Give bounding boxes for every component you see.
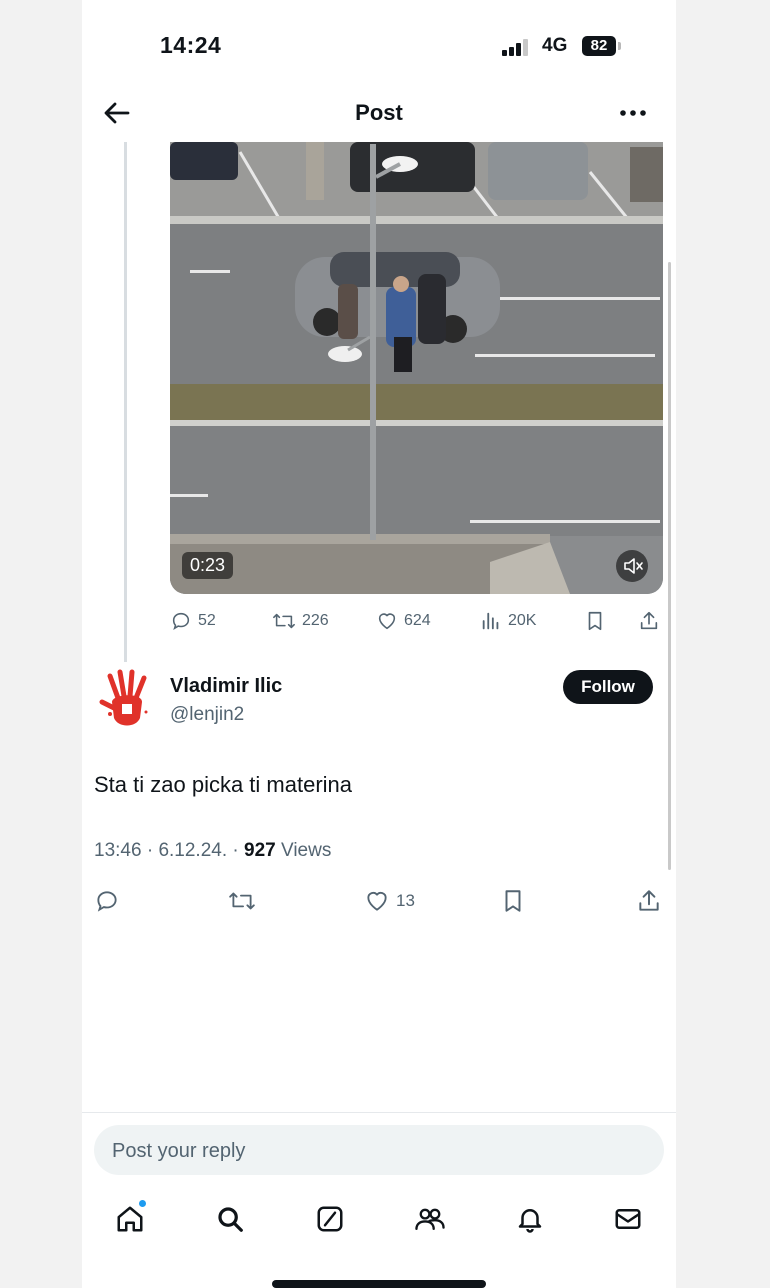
nav-grok[interactable] bbox=[310, 1196, 350, 1242]
network-type: 4G bbox=[542, 35, 568, 56]
status-time: 14:24 bbox=[160, 32, 222, 58]
post-actions: 13 bbox=[82, 884, 676, 918]
avatar[interactable] bbox=[98, 668, 154, 730]
video-duration: 0:23 bbox=[182, 552, 234, 579]
reply-icon bbox=[172, 612, 190, 631]
views-icon bbox=[482, 612, 499, 630]
reply-input[interactable] bbox=[110, 1125, 644, 1177]
video-frame bbox=[170, 142, 663, 594]
top-nav: Post bbox=[82, 88, 676, 140]
reply-icon bbox=[97, 891, 117, 912]
bookmark-button[interactable] bbox=[500, 884, 532, 918]
nav-notifications[interactable] bbox=[510, 1196, 550, 1242]
home-indicator bbox=[272, 1280, 486, 1288]
quoted-bookmark-button[interactable] bbox=[584, 606, 612, 636]
grok-icon bbox=[317, 1206, 343, 1232]
post-views-label: Views bbox=[280, 840, 332, 861]
signal-icon bbox=[502, 38, 534, 56]
post-views-count: 927 bbox=[244, 840, 276, 861]
quoted-views-button[interactable]: 20K bbox=[480, 606, 536, 636]
battery-tip bbox=[618, 42, 621, 50]
post-time: 13:46 bbox=[94, 840, 142, 861]
quoted-views-count: 20K bbox=[508, 612, 537, 629]
bottom-nav bbox=[82, 1196, 676, 1246]
share-icon bbox=[639, 890, 659, 911]
mute-icon[interactable] bbox=[616, 550, 648, 582]
thread-line bbox=[124, 142, 127, 662]
author-name[interactable]: Vladimir Ilic bbox=[170, 675, 282, 698]
nav-search[interactable] bbox=[210, 1196, 250, 1242]
reply-composer[interactable] bbox=[94, 1125, 664, 1177]
quoted-repost-count: 226 bbox=[302, 612, 329, 629]
share-button[interactable] bbox=[636, 884, 668, 918]
quoted-reply-count: 52 bbox=[198, 612, 216, 629]
home-icon bbox=[117, 1206, 143, 1232]
nav-messages[interactable] bbox=[608, 1196, 648, 1242]
notification-dot bbox=[139, 1200, 146, 1207]
repost-icon bbox=[229, 892, 255, 910]
post-meta: 13:46 · 6.12.24. · 927 Views bbox=[94, 840, 332, 861]
status-bar: 14:24 4G 82 bbox=[82, 0, 676, 90]
divider bbox=[82, 1112, 676, 1113]
repost-button[interactable] bbox=[228, 884, 262, 918]
page-title: Post bbox=[355, 100, 403, 125]
reply-button[interactable] bbox=[94, 884, 126, 918]
bookmark-icon bbox=[588, 611, 602, 631]
post-date: 6.12.24. bbox=[158, 840, 228, 861]
heart-icon bbox=[378, 613, 396, 630]
battery-icon: 82 bbox=[582, 36, 616, 56]
quoted-repost-button[interactable]: 226 bbox=[272, 606, 329, 636]
follow-button[interactable]: Follow bbox=[563, 670, 653, 704]
like-button[interactable]: 13 bbox=[364, 884, 415, 918]
share-icon bbox=[640, 611, 658, 630]
quoted-share-button[interactable] bbox=[638, 606, 666, 636]
quoted-post-stats: 52 226 624 20K bbox=[170, 606, 664, 636]
phone-screen: 14:24 4G 82 Post 0:23 52 226 624 20K Vla… bbox=[82, 0, 676, 1288]
like-count: 13 bbox=[396, 891, 415, 910]
heart-icon bbox=[367, 892, 387, 911]
repost-icon bbox=[273, 613, 295, 629]
scrollbar[interactable] bbox=[668, 262, 671, 870]
more-options-icon[interactable] bbox=[616, 98, 650, 128]
bookmark-icon bbox=[505, 890, 521, 912]
post-text: Sta ti zao picka ti materina bbox=[94, 772, 353, 797]
notifications-icon bbox=[518, 1209, 542, 1233]
messages-icon bbox=[615, 1209, 641, 1229]
quoted-like-count: 624 bbox=[404, 612, 431, 629]
communities-icon bbox=[415, 1208, 445, 1231]
quoted-reply-button[interactable]: 52 bbox=[170, 606, 216, 636]
video-player[interactable]: 0:23 bbox=[170, 142, 663, 594]
quoted-like-button[interactable]: 624 bbox=[376, 606, 431, 636]
author-handle[interactable]: @lenjin2 bbox=[170, 704, 244, 726]
nav-communities[interactable] bbox=[410, 1196, 450, 1242]
search-icon bbox=[218, 1207, 243, 1232]
nav-home[interactable] bbox=[110, 1196, 150, 1242]
